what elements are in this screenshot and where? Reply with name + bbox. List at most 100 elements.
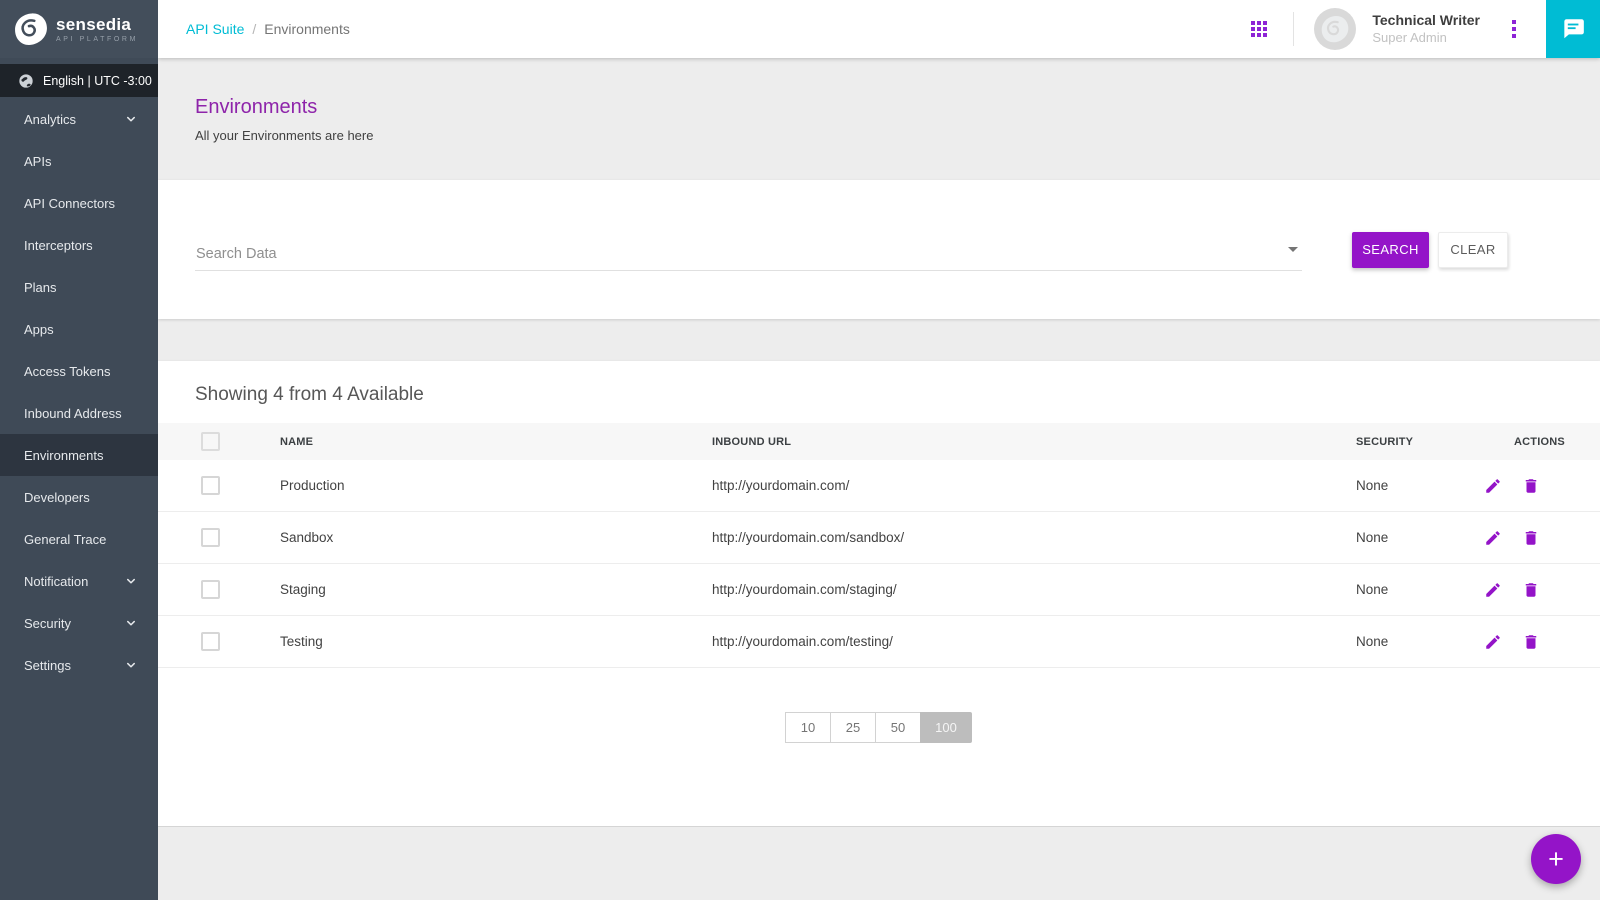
brand-logo[interactable]: sensedia API PLATFORM (0, 0, 158, 58)
search-input[interactable] (195, 229, 1302, 270)
chevron-down-icon (124, 574, 138, 588)
chat-icon (1560, 16, 1586, 42)
delete-button[interactable] (1522, 581, 1540, 599)
sidebar-item-settings[interactable]: Settings (0, 644, 158, 686)
environment-name: Staging (280, 582, 712, 597)
row-checkbox[interactable] (201, 632, 220, 651)
column-header-security: SECURITY (1356, 436, 1476, 448)
brand-text: sensedia API PLATFORM (56, 16, 138, 43)
locale-selector[interactable]: English | UTC -3:00 (0, 64, 158, 97)
sensedia-swirl-icon (13, 11, 49, 47)
sidebar-item-plans[interactable]: Plans (0, 266, 158, 308)
pencil-icon (1484, 633, 1502, 651)
sidebar: sensedia API PLATFORM English | UTC -3:0… (0, 0, 158, 900)
avatar[interactable] (1314, 8, 1356, 50)
breadcrumb: API Suite / Environments (186, 21, 350, 37)
globe-icon (18, 73, 34, 89)
user-name: Technical Writer (1372, 12, 1480, 30)
trash-icon (1522, 529, 1540, 547)
breadcrumb-api-suite[interactable]: API Suite (186, 21, 244, 37)
clear-button[interactable]: CLEAR (1438, 232, 1508, 268)
page-title: Environments (195, 96, 1600, 119)
sidebar-item-environments[interactable]: Environments (0, 434, 158, 476)
brand-name: sensedia (56, 16, 138, 33)
page-size-button-100[interactable]: 100 (920, 712, 972, 743)
sidebar-item-inbound-address[interactable]: Inbound Address (0, 392, 158, 434)
pagination: 10 25 50 100 (158, 712, 1600, 743)
sidebar-item-analytics[interactable]: Analytics (0, 98, 158, 140)
sidebar-item-apps[interactable]: Apps (0, 308, 158, 350)
row-checkbox[interactable] (201, 476, 220, 495)
sidebar-item-apis[interactable]: APIs (0, 140, 158, 182)
apps-grid-icon[interactable] (1251, 21, 1267, 37)
edit-button[interactable] (1484, 529, 1502, 547)
row-checkbox[interactable] (201, 528, 220, 547)
edit-button[interactable] (1484, 477, 1502, 495)
environment-security: None (1356, 478, 1476, 493)
chevron-down-icon (124, 658, 138, 672)
sidebar-nav: Analytics APIs API Connectors (0, 98, 158, 686)
environment-name: Sandbox (280, 530, 712, 545)
user-role: Super Admin (1372, 30, 1480, 46)
more-vert-icon[interactable] (1512, 20, 1516, 38)
add-environment-fab[interactable]: + (1531, 834, 1581, 884)
environment-security: None (1356, 530, 1476, 545)
sidebar-item-general-trace[interactable]: General Trace (0, 518, 158, 560)
table-header-row: NAME INBOUND URL SECURITY ACTIONS (158, 423, 1600, 460)
topbar: API Suite / Environments Technical Write… (158, 0, 1600, 58)
trash-icon (1522, 477, 1540, 495)
column-header-inbound-url: INBOUND URL (712, 436, 1356, 448)
table-row: Testing http://yourdomain.com/testing/ N… (158, 616, 1600, 668)
table-body: Production http://yourdomain.com/ None (158, 460, 1600, 668)
page-size-button-25[interactable]: 25 (830, 712, 876, 743)
user-info: Technical Writer Super Admin (1372, 12, 1480, 46)
table-row: Production http://yourdomain.com/ None (158, 460, 1600, 512)
sidebar-item-access-tokens[interactable]: Access Tokens (0, 350, 158, 392)
pencil-icon (1484, 477, 1502, 495)
search-card: SEARCH CLEAR (158, 180, 1600, 319)
trash-icon (1522, 581, 1540, 599)
environment-inbound-url: http://yourdomain.com/staging/ (712, 582, 1356, 597)
select-all-checkbox[interactable] (201, 432, 220, 451)
chat-button[interactable] (1546, 0, 1600, 58)
sidebar-item-developers[interactable]: Developers (0, 476, 158, 518)
header-checkbox-cell (158, 432, 280, 451)
brand-tagline: API PLATFORM (56, 36, 138, 43)
search-field (195, 229, 1302, 271)
search-button[interactable]: SEARCH (1352, 232, 1429, 268)
chevron-down-icon (124, 112, 138, 126)
locale-label: English | UTC -3:00 (43, 74, 152, 88)
environment-inbound-url: http://yourdomain.com/testing/ (712, 634, 1356, 649)
page-size-button-50[interactable]: 50 (875, 712, 921, 743)
pencil-icon (1484, 581, 1502, 599)
environment-security: None (1356, 582, 1476, 597)
table-row: Sandbox http://yourdomain.com/sandbox/ N… (158, 512, 1600, 564)
column-header-actions: ACTIONS (1476, 436, 1600, 448)
trash-icon (1522, 633, 1540, 651)
sidebar-item-api-connectors[interactable]: API Connectors (0, 182, 158, 224)
row-checkbox[interactable] (201, 580, 220, 599)
sidebar-item-notification[interactable]: Notification (0, 560, 158, 602)
column-header-name: NAME (280, 436, 712, 448)
edit-button[interactable] (1484, 581, 1502, 599)
sidebar-item-security[interactable]: Security (0, 602, 158, 644)
environment-inbound-url: http://yourdomain.com/ (712, 478, 1356, 493)
caret-down-icon[interactable] (1288, 247, 1298, 252)
sidebar-item-interceptors[interactable]: Interceptors (0, 224, 158, 266)
page-subtitle: All your Environments are here (195, 128, 1600, 143)
pencil-icon (1484, 529, 1502, 547)
avatar-logo-icon (1320, 14, 1350, 44)
delete-button[interactable] (1522, 529, 1540, 547)
delete-button[interactable] (1522, 633, 1540, 651)
results-card: Showing 4 from 4 Available NAME INBOUND … (158, 361, 1600, 826)
page-size-button-10[interactable]: 10 (785, 712, 831, 743)
environment-name: Production (280, 478, 712, 493)
environment-security: None (1356, 634, 1476, 649)
results-summary: Showing 4 from 4 Available (158, 361, 1600, 423)
edit-button[interactable] (1484, 633, 1502, 651)
chevron-down-icon (124, 616, 138, 630)
app-root: sensedia API PLATFORM English | UTC -3:0… (0, 0, 1600, 900)
breadcrumb-separator: / (252, 21, 256, 37)
delete-button[interactable] (1522, 477, 1540, 495)
environment-inbound-url: http://yourdomain.com/sandbox/ (712, 530, 1356, 545)
